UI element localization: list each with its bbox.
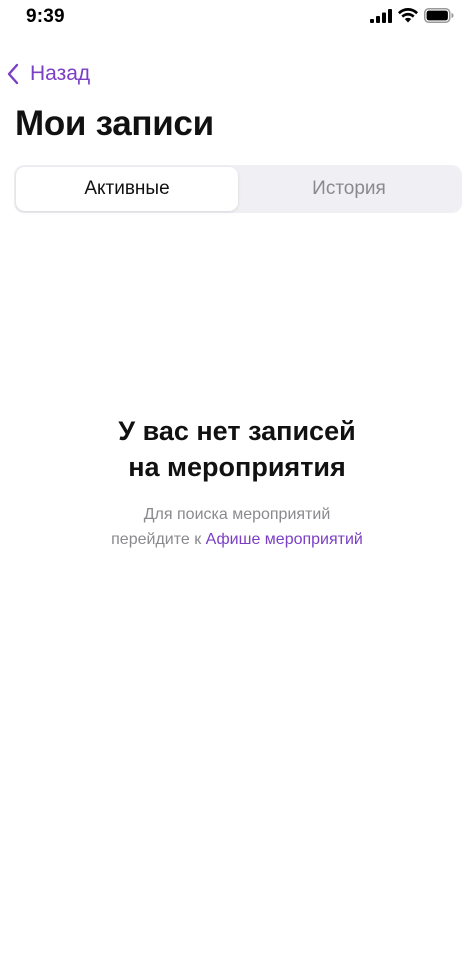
cellular-signal-icon: [370, 8, 392, 23]
tab-active[interactable]: Активные: [16, 167, 238, 211]
empty-state-title: У вас нет записей на мероприятия: [0, 413, 474, 485]
status-bar: 9:39: [0, 0, 474, 34]
chevron-left-icon: [7, 63, 19, 85]
back-button[interactable]: Назад: [2, 56, 90, 92]
events-catalog-link[interactable]: Афише мероприятий: [206, 531, 363, 548]
page-title: Мои записи: [15, 104, 214, 143]
status-time: 9:39: [26, 6, 65, 27]
empty-state-title-line2: на мероприятия: [128, 452, 346, 482]
empty-state-subtitle-line1: Для поиска мероприятий: [143, 506, 331, 523]
back-label: Назад: [30, 62, 91, 85]
battery-icon: [424, 8, 454, 23]
empty-state-subtitle-prefix: перейдите к: [111, 531, 206, 548]
empty-state-subtitle: Для поиска мероприятий перейдите к Афише…: [0, 502, 474, 552]
tab-history[interactable]: История: [238, 167, 460, 211]
status-icons: [370, 8, 454, 23]
segmented-control: Активные История: [14, 165, 462, 213]
empty-state-subtitle-line2: перейдите к Афише мероприятий: [0, 527, 474, 552]
empty-state-title-line1: У вас нет записей: [118, 416, 356, 446]
wifi-icon: [398, 8, 418, 23]
